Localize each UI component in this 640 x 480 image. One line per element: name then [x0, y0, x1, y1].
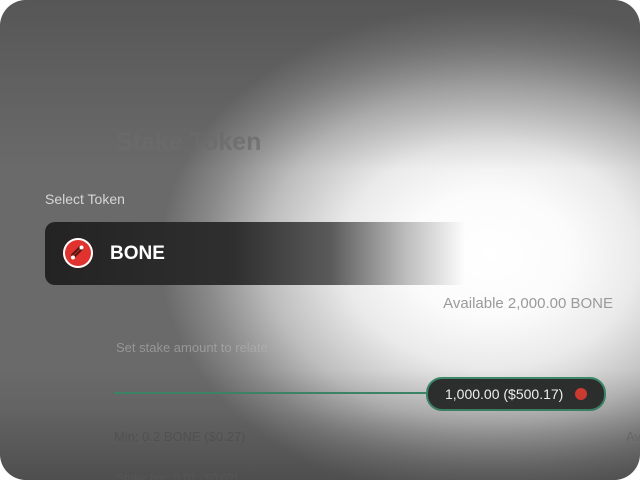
- stake-modal-backdrop: Stake Token Select Token BONE Available …: [0, 0, 640, 480]
- stake-amount-slider-thumb[interactable]: 1,000.00 ($500.17): [426, 377, 606, 411]
- token-selector[interactable]: BONE: [45, 222, 465, 285]
- available-balance: Available 2,000.00 BONE: [443, 295, 613, 312]
- stake-amount-slider-track[interactable]: [114, 392, 432, 394]
- select-token-label: Select Token: [45, 191, 125, 207]
- bone-token-icon: [575, 388, 587, 400]
- slider-value-label: 1,000.00 ($500.17): [445, 386, 564, 402]
- min-amount-label: Min: 0.2 BONE ($0.27): [114, 429, 246, 444]
- modal-title: Stake Token: [116, 128, 262, 156]
- token-name: BONE: [110, 243, 165, 264]
- stake-fee-text: Stake fee: 0.01 ($0.02): [116, 471, 239, 480]
- set-amount-label: Set stake amount to relate: [116, 340, 268, 355]
- max-amount-label: Av: [626, 429, 640, 444]
- bone-token-icon: [63, 238, 93, 268]
